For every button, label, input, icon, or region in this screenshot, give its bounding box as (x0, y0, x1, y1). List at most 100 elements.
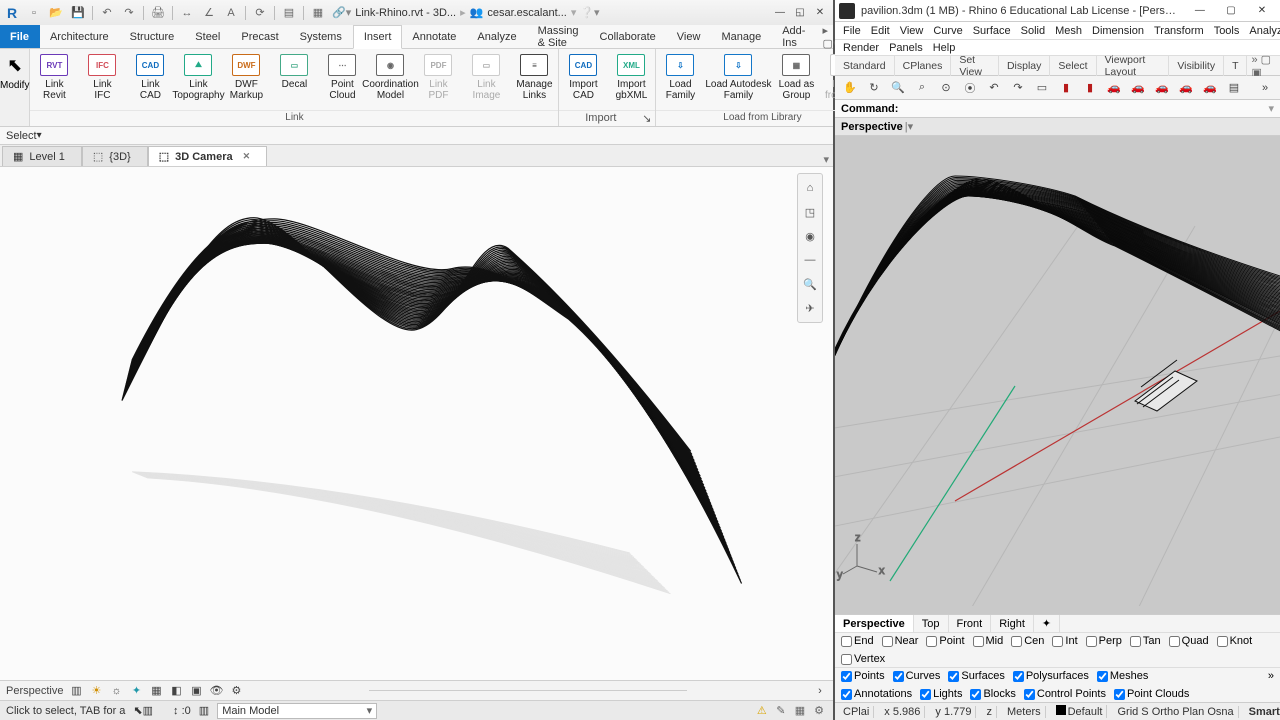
zoom-sel-icon[interactable]: ⦿ (961, 79, 979, 97)
model-icon[interactable]: ▥ (199, 704, 209, 717)
tooltab-cplanes[interactable]: CPlanes (895, 56, 952, 76)
view-perspective[interactable]: Perspective (835, 615, 914, 633)
menu-tools[interactable]: Tools (1214, 25, 1240, 37)
select-bar[interactable]: Select ▾ (0, 127, 833, 145)
filter-meshes[interactable]: Meshes (1097, 670, 1149, 682)
filter-surfaces[interactable]: Surfaces (948, 670, 1004, 682)
minimize-icon[interactable]: — (1186, 2, 1214, 20)
menu-panels[interactable]: Panels (889, 42, 923, 54)
undo-view-icon[interactable]: ↶ (985, 79, 1003, 97)
revit-viewport[interactable]: ⌂ ◳ ◉ — 🔍 ✈ (0, 167, 833, 680)
tooltab-overflow-icon[interactable]: » ▢ ▣ (1247, 53, 1280, 79)
artistic-icon[interactable]: 🚗 (1201, 79, 1219, 97)
close-tab-icon[interactable]: ✕ (243, 151, 251, 162)
sync-icon[interactable]: ⟳ (252, 5, 268, 21)
command-line[interactable]: Command: ▾ (835, 100, 1280, 118)
model-selector[interactable]: Main Model (217, 703, 377, 719)
ribbon-link-topography[interactable]: ⛰LinkTopography (174, 49, 222, 110)
osnap-quad[interactable]: Quad (1169, 635, 1209, 647)
menu-transform[interactable]: Transform (1154, 25, 1204, 37)
status-layer[interactable]: Default (1052, 705, 1108, 718)
filter-blocks[interactable]: Blocks (970, 688, 1015, 700)
osnap-perp[interactable]: Perp (1086, 635, 1122, 647)
tab-precast[interactable]: Precast (231, 25, 289, 48)
scroll-right-icon[interactable]: › (813, 684, 827, 698)
view-top[interactable]: Top (914, 615, 949, 633)
tab-manage[interactable]: Manage (711, 25, 772, 48)
close-icon[interactable]: ✕ (811, 6, 829, 20)
rendered-icon[interactable]: 🚗 (1105, 79, 1123, 97)
ribbon-import-cad[interactable]: CADImportCAD (559, 49, 607, 110)
filter-annotations[interactable]: Annotations (841, 688, 912, 700)
shaded-icon[interactable]: ▮ (1081, 79, 1099, 97)
editreq-icon[interactable]: ✎ (773, 703, 789, 719)
named-view-icon[interactable]: ▭ (1033, 79, 1051, 97)
zoom-window-icon[interactable]: ⌕ (913, 79, 931, 97)
xray-icon[interactable]: 🚗 (1153, 79, 1171, 97)
view-tab-level1[interactable]: ▦Level 1 (2, 146, 82, 166)
scale-icon[interactable]: ▥ (69, 684, 83, 698)
tooltab-visibility[interactable]: Visibility (1169, 56, 1224, 76)
restore-icon[interactable]: ◱ (791, 6, 809, 20)
viewport-title[interactable]: Perspective |▾ (835, 118, 1280, 136)
toolbar-overflow-icon[interactable]: » (1256, 79, 1274, 97)
save-icon[interactable]: 💾 (70, 5, 86, 21)
designopt-icon[interactable]: ⚙ (811, 703, 827, 719)
panel-icon[interactable]: ▤ (281, 5, 297, 21)
ribbon-import-gbxml[interactable]: XMLImportgbXML (607, 49, 655, 110)
ribbon-link-revit[interactable]: RVTLinkRevit (30, 49, 78, 110)
sunpath-icon[interactable]: ✦ (129, 684, 143, 698)
menu-surface[interactable]: Surface (973, 25, 1011, 37)
redo-view-icon[interactable]: ↷ (1009, 79, 1027, 97)
view-tab-3d[interactable]: ⬚{3D} (82, 146, 148, 166)
tooltab-viewport-layout[interactable]: Viewport Layout (1097, 56, 1170, 76)
help-icon[interactable]: ❔▾ (580, 6, 599, 19)
menu-dimension[interactable]: Dimension (1092, 25, 1144, 37)
osnap-knot[interactable]: Knot (1217, 635, 1253, 647)
ribbon-coordination-model[interactable]: ◉CoordinationModel (366, 49, 414, 110)
zoom-icon[interactable]: 🔍 (889, 79, 907, 97)
flat-icon[interactable]: ▤ (1225, 79, 1243, 97)
tab-annotate[interactable]: Annotate (402, 25, 467, 48)
tooltab-t[interactable]: T (1224, 56, 1247, 76)
menu-file[interactable]: File (843, 25, 861, 37)
osnap-near[interactable]: Near (882, 635, 919, 647)
tab-systems[interactable]: Systems (290, 25, 353, 48)
osnap-point[interactable]: Point (926, 635, 964, 647)
measure-icon[interactable]: ↔ (179, 5, 195, 21)
reveal-icon[interactable]: ⚙ (229, 684, 243, 698)
warnings-icon[interactable]: ⚠ (754, 703, 770, 719)
status-cplane[interactable]: CPlai (839, 706, 874, 718)
zoom-extents-icon[interactable]: ⊙ (937, 79, 955, 97)
viewcube-icon[interactable]: ◳ (800, 202, 820, 222)
print-icon[interactable]: 🖨 (150, 5, 166, 21)
ribbon-link-ifc[interactable]: IFCLinkIFC (78, 49, 126, 110)
tab-architecture[interactable]: Architecture (40, 25, 120, 48)
view-tab-3dcamera[interactable]: ⬚3D Camera✕ (148, 146, 267, 166)
tooltab-display[interactable]: Display (999, 56, 1050, 76)
thumbnail-icon[interactable]: ▦ (310, 5, 326, 21)
tab-collaborate[interactable]: Collaborate (590, 25, 667, 48)
redo-icon[interactable]: ↷ (121, 5, 137, 21)
menu-render[interactable]: Render (843, 42, 879, 54)
close-icon[interactable]: ✕ (1248, 2, 1276, 20)
technical-icon[interactable]: 🚗 (1177, 79, 1195, 97)
text-icon[interactable]: A (223, 5, 239, 21)
orbit-icon[interactable]: ◉ (800, 226, 820, 246)
wireframe-icon[interactable]: ▮ (1057, 79, 1075, 97)
status-toggles[interactable]: Grid S Ortho Plan Osna (1113, 706, 1238, 718)
tab-insert[interactable]: Insert (353, 25, 403, 49)
menu-analyze[interactable]: Analyze (1249, 25, 1280, 37)
osnap-end[interactable]: End (841, 635, 874, 647)
hide-icon[interactable]: 👁 (209, 684, 223, 698)
steering-icon[interactable]: ✈ (800, 298, 820, 318)
tab-structure[interactable]: Structure (120, 25, 186, 48)
tabs-overflow-icon[interactable]: ▾ (823, 153, 829, 166)
osnap-tan[interactable]: Tan (1130, 635, 1161, 647)
modify-panel[interactable]: ⬉ Modify (0, 49, 30, 126)
filter-points[interactable]: Points (841, 670, 885, 682)
rotate-icon[interactable]: ↻ (865, 79, 883, 97)
open-icon[interactable]: 📂 (48, 5, 64, 21)
menu-mesh[interactable]: Mesh (1055, 25, 1082, 37)
tab-steel[interactable]: Steel (185, 25, 231, 48)
